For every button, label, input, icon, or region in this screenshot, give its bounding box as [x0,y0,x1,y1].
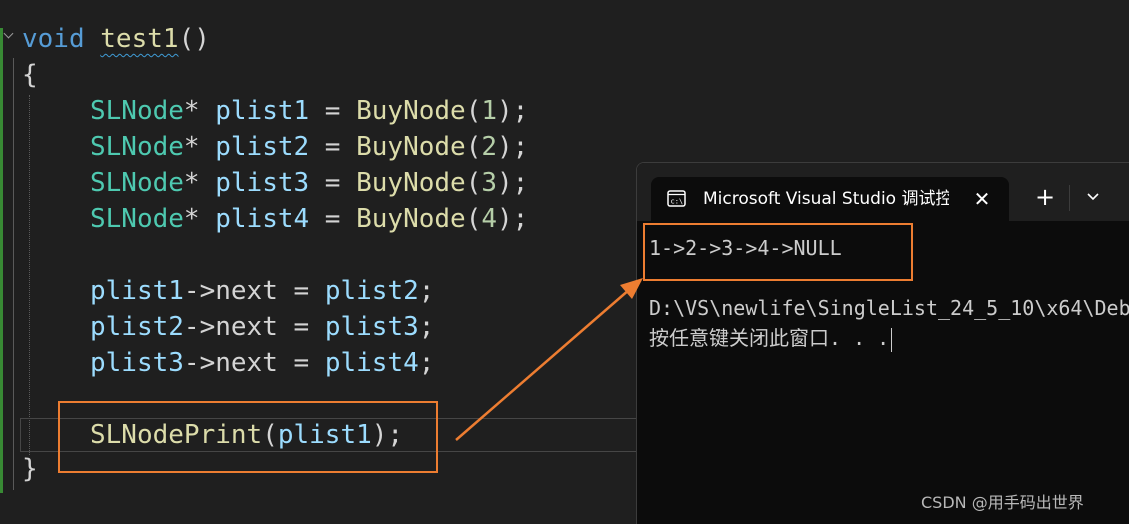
function-name: BuyNode [356,168,466,198]
output-line-path: D:\VS\newlife\SingleList_24_5_10\x64\Deb… [649,296,1129,320]
code-line-link-1[interactable]: plist1->next = plist2; [90,273,434,309]
punctuation: = [309,204,357,234]
output-highlight-box [643,223,913,281]
variable: plist3 [215,168,310,198]
punctuation: ; [418,312,435,342]
indent-guide [29,95,30,455]
punctuation: * [183,168,216,198]
code-line-alloc-4[interactable]: SLNode* plist4 = BuyNode(4); [90,201,528,237]
arrow-operator: -> [183,276,216,306]
close-icon[interactable]: ✕ [967,184,997,214]
number-literal: 4 [481,204,498,234]
number-literal: 1 [481,96,498,126]
terminal-tab[interactable]: c:\ Microsoft Visual Studio 调试控制台 ✕ [651,177,1009,221]
code-line-close-brace[interactable]: } [22,451,38,487]
function-name: BuyNode [356,132,466,162]
variable: plist1 [215,96,310,126]
terminal-titlebar: c:\ Microsoft Visual Studio 调试控制台 ✕ + [637,163,1129,221]
punctuation: ); [497,168,529,198]
variable: plist3 [90,348,184,378]
variable: plist2 [90,312,184,342]
member-name: next [215,312,278,342]
function-name: BuyNode [356,204,466,234]
code-line-alloc-3[interactable]: SLNode* plist3 = BuyNode(3); [90,165,528,201]
variable: plist3 [324,312,419,342]
terminal-tab-title: Microsoft Visual Studio 调试控制台 [703,189,949,209]
code-line-open-brace[interactable]: { [22,57,38,93]
open-brace: { [22,60,38,90]
punctuation: = [277,276,325,306]
type-name: SLNode [90,96,184,126]
punctuation: ; [418,348,435,378]
code-line-alloc-1[interactable]: SLNode* plist1 = BuyNode(1); [90,93,528,129]
debug-console-window[interactable]: c:\ Microsoft Visual Studio 调试控制台 ✕ + 1-… [636,162,1129,524]
titlebar-divider [1069,185,1070,211]
member-name: next [215,348,278,378]
variable: plist1 [90,276,184,306]
type-name: SLNode [90,204,184,234]
svg-text:c:\: c:\ [671,198,684,206]
chevron-down-icon [1087,193,1099,201]
fold-chevron-icon[interactable] [3,28,14,39]
number-literal: 3 [481,168,498,198]
variable: plist4 [324,348,419,378]
punctuation: ; [418,276,435,306]
keyword: void [22,24,85,54]
punctuation: * [183,204,216,234]
punctuation: ); [497,204,529,234]
prompt-text: 按任意键关闭此窗口. . . [649,326,890,350]
arrow-operator: -> [183,312,216,342]
member-name: next [215,276,278,306]
punctuation: = [309,96,357,126]
tab-dropdown-button[interactable] [1075,177,1111,217]
variable: plist4 [215,204,310,234]
punctuation: ( [465,168,482,198]
punctuation: = [277,348,325,378]
change-indicator-bar [0,28,3,493]
arrow-operator: -> [183,348,216,378]
punctuation: ( [465,96,482,126]
console-icon: c:\ [667,190,686,207]
type-name: SLNode [90,132,184,162]
punctuation: = [309,132,357,162]
punctuation: ( [465,132,482,162]
punctuation: * [183,132,216,162]
punctuation: = [277,312,325,342]
new-tab-button[interactable]: + [1029,177,1061,217]
type-name: SLNode [90,168,184,198]
variable: plist2 [215,132,310,162]
punctuation: ); [497,96,529,126]
code-line-link-2[interactable]: plist2->next = plist3; [90,309,434,345]
variable: plist2 [324,276,419,306]
punctuation: * [183,96,216,126]
code-line-function-signature[interactable]: void test1() [22,21,210,57]
code-line-link-3[interactable]: plist3->next = plist4; [90,345,434,381]
print-call-highlight-box [58,401,438,473]
punctuation: = [309,168,357,198]
function-name: BuyNode [356,96,466,126]
punctuation: ( [465,204,482,234]
punctuation: ); [497,132,529,162]
fold-guide [13,58,14,490]
function-name: test1 [100,24,179,54]
punctuation: () [178,24,210,54]
text-cursor [891,327,893,352]
close-brace: } [22,454,38,484]
code-line-alloc-2[interactable]: SLNode* plist2 = BuyNode(2); [90,129,528,165]
number-literal: 2 [481,132,498,162]
watermark: CSDN @用手码出世界 [921,493,1084,512]
output-line-prompt: 按任意键关闭此窗口. . . [649,323,893,353]
